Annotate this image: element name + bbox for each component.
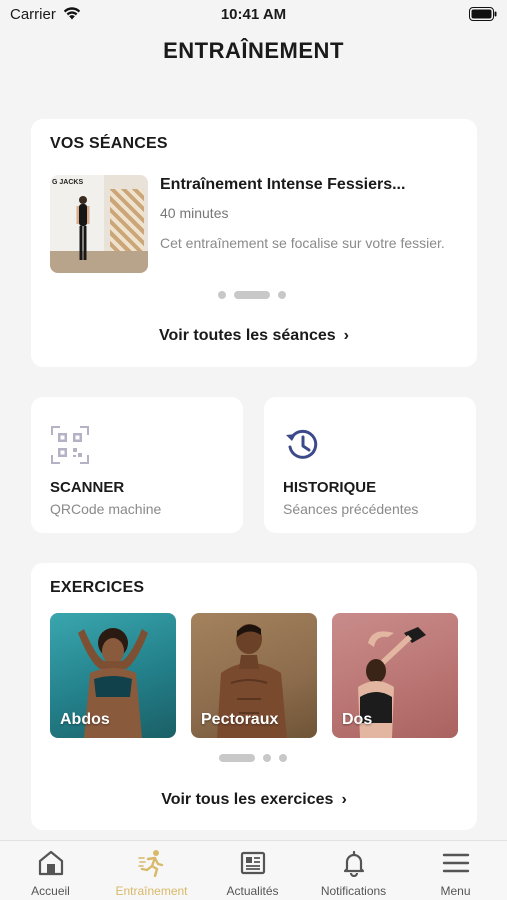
- battery-icon: [469, 7, 497, 21]
- tab-notifications[interactable]: Notifications: [303, 841, 404, 900]
- exercise-label: Dos: [342, 711, 373, 728]
- sessions-card: VOS SÉANCES G JACKS Entraînement Intense…: [31, 119, 477, 367]
- page-dot-active: [219, 754, 255, 762]
- sessions-page-indicator: [218, 291, 286, 299]
- tab-label: Actualités: [226, 884, 279, 898]
- thumbnail-caption: G JACKS: [52, 179, 84, 186]
- see-all-sessions-label: Voir toutes les séances: [159, 327, 336, 344]
- chevron-right-icon: ›: [343, 327, 349, 344]
- exercises-heading: EXERCICES: [50, 579, 145, 596]
- history-tile[interactable]: HISTORIQUE Séances précédentes: [264, 397, 476, 533]
- tab-label: Notifications: [320, 884, 387, 898]
- page-dot-active: [234, 291, 270, 299]
- see-all-exercises-label: Voir tous les exercices: [161, 791, 334, 808]
- status-bar: Carrier 10:41 AM: [0, 0, 507, 30]
- clock-time: 10:41 AM: [220, 6, 287, 23]
- tab-accueil[interactable]: Accueil: [0, 841, 101, 900]
- thumbnail-floor: [50, 251, 148, 273]
- session-title[interactable]: Entraînement Intense Fessiers...: [160, 176, 460, 194]
- home-icon: [38, 850, 64, 876]
- exercise-tile-dos[interactable]: Dos: [332, 613, 458, 738]
- exercise-tile-pectoraux[interactable]: Pectoraux: [191, 613, 317, 738]
- running-icon: [138, 850, 164, 877]
- history-title: HISTORIQUE: [283, 479, 377, 496]
- tab-label: Entraînement: [115, 884, 188, 898]
- exercise-label: Pectoraux: [201, 711, 279, 728]
- chevron-right-icon: ›: [341, 791, 347, 808]
- athlete-figure: [76, 196, 90, 260]
- bell-icon: [343, 850, 365, 877]
- page-dot: [279, 754, 287, 762]
- exercise-tile-abdos[interactable]: Abdos: [50, 613, 176, 738]
- menu-icon: [442, 853, 470, 873]
- sessions-heading: VOS SÉANCES: [50, 135, 168, 152]
- history-clock-icon: [286, 429, 318, 459]
- exercises-card: EXERCICES Abdos Pectoraux Dos Voir tous …: [31, 563, 477, 830]
- page-title: ENTRAÎNEMENT: [163, 38, 344, 63]
- session-thumbnail[interactable]: G JACKS: [50, 175, 148, 273]
- see-all-sessions-link[interactable]: Voir toutes les séances ›: [31, 327, 477, 345]
- scanner-subtitle: QRCode machine: [50, 501, 162, 517]
- page-dot: [278, 291, 286, 299]
- qr-code-icon: [51, 426, 89, 464]
- see-all-exercises-link[interactable]: Voir tous les exercices ›: [31, 791, 477, 809]
- tab-actualites[interactable]: Actualités: [202, 841, 303, 900]
- exercise-label: Abdos: [60, 711, 110, 728]
- bottom-tab-bar: Accueil Entraînement Actualités Notifica…: [0, 840, 507, 900]
- tab-entrainement[interactable]: Entraînement: [101, 841, 202, 900]
- page-dot: [263, 754, 271, 762]
- tab-label: Accueil: [31, 884, 70, 898]
- page-dot: [218, 291, 226, 299]
- exercises-page-indicator: [219, 754, 287, 762]
- news-icon: [240, 851, 266, 875]
- scanner-tile[interactable]: SCANNER QRCode machine: [31, 397, 243, 533]
- tab-label: Menu: [440, 884, 471, 898]
- scanner-title: SCANNER: [50, 479, 125, 496]
- history-subtitle: Séances précédentes: [283, 501, 419, 517]
- session-description: Cet entraînement se focalise sur votre f…: [160, 235, 445, 251]
- session-duration: 40 minutes: [160, 205, 229, 221]
- tab-menu[interactable]: Menu: [404, 841, 507, 900]
